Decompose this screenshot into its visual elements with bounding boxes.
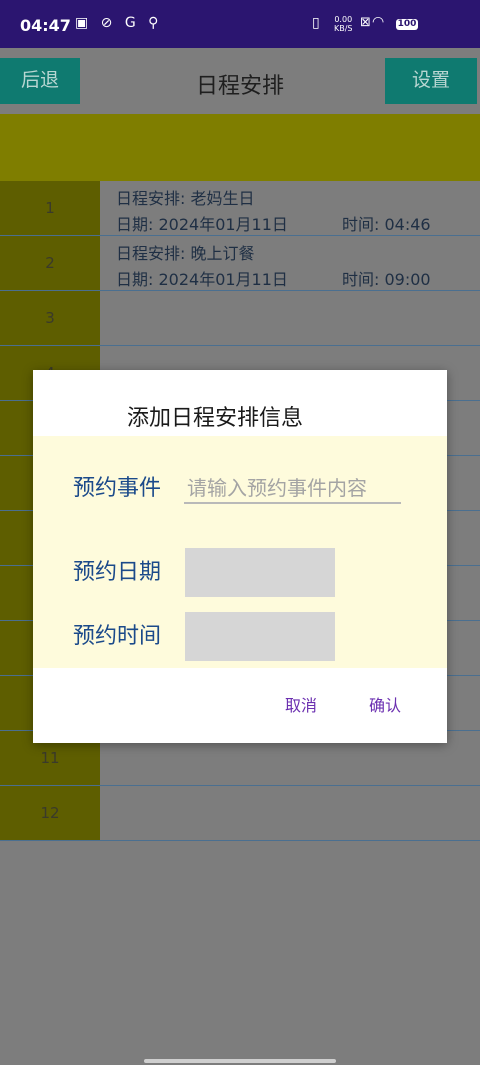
schedule-row[interactable]: 日程安排: 老妈生日 日期: 2024年01月11日 时间: 04:46 (100, 181, 480, 236)
net-speed-unit: KB/S (334, 24, 353, 33)
schedule-time: 时间: 09:00 (342, 270, 431, 289)
schedule-row[interactable] (100, 786, 480, 841)
schedule-row[interactable] (100, 291, 480, 346)
vibrate-icon: ▯ (312, 15, 320, 31)
nfc-icon: ⊠ (360, 15, 371, 30)
row-number: 3 (0, 291, 100, 346)
row-number: 1 (0, 181, 100, 236)
page-title: 日程安排 (195, 74, 284, 99)
notification-icons: ▣ ⊘ G ⚲ (75, 15, 163, 31)
net-speed: 0.00 KB/S (334, 15, 353, 33)
dialog-title: 添加日程安排信息 (126, 406, 303, 431)
date-label: 预约日期 (73, 560, 162, 585)
wifi-icon: ◠ (372, 14, 385, 30)
event-label: 预约事件 (73, 476, 162, 501)
schedule-date: 日期: 2024年01月11日 (116, 270, 288, 289)
confirm-button[interactable]: 确认 (369, 692, 401, 716)
event-input[interactable] (184, 474, 401, 504)
settings-button[interactable]: 设置 (385, 58, 477, 104)
add-schedule-dialog: 添加日程安排信息 预约事件 预约日期 预约时间 取消 确认 (33, 370, 447, 743)
schedule-title: 日程安排: 晚上订餐 (116, 244, 255, 263)
home-indicator[interactable] (144, 1059, 336, 1063)
date-picker-button[interactable] (185, 548, 335, 597)
status-bar: 04:47 ▣ ⊘ G ⚲ ▯ 0.00 KB/S ⊠ ◠ 100 (0, 0, 480, 48)
cancel-button[interactable]: 取消 (285, 692, 317, 716)
row-number: 12 (0, 786, 100, 841)
time-picker-button[interactable] (185, 612, 335, 661)
battery-icon: 100 (396, 19, 418, 30)
schedule-row[interactable]: 日程安排: 晚上订餐 日期: 2024年01月11日 时间: 09:00 (100, 236, 480, 291)
net-speed-value: 0.00 (334, 15, 353, 24)
back-button[interactable]: 后退 (0, 58, 80, 104)
status-time: 04:47 (20, 16, 71, 35)
schedule-date: 日期: 2024年01月11日 (116, 215, 288, 234)
row-number: 2 (0, 236, 100, 291)
header-band (0, 114, 480, 181)
schedule-time: 时间: 04:46 (342, 215, 431, 234)
app-bar: 后退 日程安排 设置 (0, 48, 480, 114)
schedule-title: 日程安排: 老妈生日 (116, 189, 255, 208)
time-label: 预约时间 (73, 624, 162, 649)
